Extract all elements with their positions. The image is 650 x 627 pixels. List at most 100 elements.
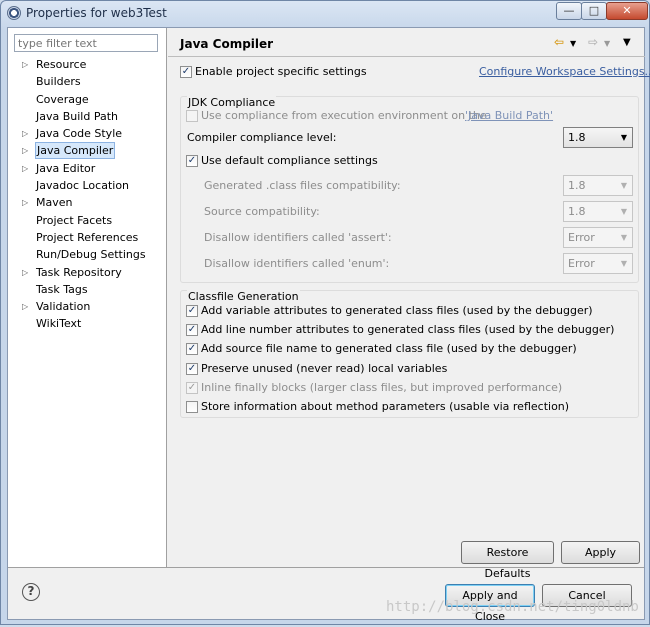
window-title: Properties for web3Test bbox=[26, 6, 167, 20]
classfile-option-label: Add line number attributes to generated … bbox=[201, 323, 615, 337]
use-default-compliance-checkbox[interactable]: ✓ bbox=[186, 155, 198, 167]
apply-button[interactable]: Apply bbox=[561, 541, 640, 564]
chevron-right-icon[interactable]: ▷ bbox=[22, 160, 30, 177]
sidebar-item[interactable]: Coverage bbox=[8, 91, 166, 108]
dialog-client-area: ▷ Resource Builders Coverage Java Build Path… bbox=[7, 27, 650, 623]
classfile-option-checkbox[interactable]: ✓ bbox=[186, 362, 198, 375]
sidebar-item[interactable]: ▷ Java Compiler bbox=[8, 142, 166, 160]
sidebar-item-label: WikiText bbox=[36, 317, 82, 331]
sidebar-item-label: Run/Debug Settings bbox=[36, 248, 146, 262]
compliance-row-value: Error bbox=[568, 257, 595, 270]
chevron-right-icon[interactable]: ▷ bbox=[22, 194, 30, 211]
use-env-compliance-checkbox[interactable] bbox=[186, 110, 198, 122]
sidebar-item-label: Java Compiler bbox=[35, 142, 116, 160]
classfile-option-checkbox[interactable]: ✓ bbox=[186, 343, 198, 356]
sidebar-item[interactable]: ▷ Java Code Style bbox=[8, 125, 166, 142]
page-title: Java Compiler bbox=[180, 37, 274, 51]
sidebar-item[interactable]: ▷ Maven bbox=[8, 194, 166, 211]
sidebar-item[interactable]: Project Facets bbox=[8, 212, 166, 229]
sidebar-item-label: Maven bbox=[36, 196, 73, 210]
chevron-down-icon: ▼ bbox=[620, 133, 627, 142]
compliance-row-select[interactable]: 1.8 ▼ bbox=[563, 201, 633, 222]
compliance-row-value: 1.8 bbox=[568, 179, 586, 192]
chevron-down-icon: ▼ bbox=[620, 233, 627, 242]
compliance-row-label: Disallow identifiers called 'assert': bbox=[204, 231, 392, 244]
chevron-right-icon[interactable]: ▷ bbox=[22, 125, 30, 142]
property-page-tree-pane: ▷ Resource Builders Coverage Java Build Path… bbox=[8, 28, 167, 567]
sidebar-item[interactable]: Project References bbox=[8, 229, 166, 246]
sidebar-item-label: Java Code Style bbox=[36, 127, 123, 141]
compliance-row-label: Source compatibility: bbox=[204, 205, 320, 218]
title-bar[interactable]: Properties for web3Test — □ ✕ bbox=[1, 1, 649, 27]
sidebar-item-label: Task Tags bbox=[36, 282, 88, 296]
sidebar-item[interactable]: WikiText bbox=[8, 315, 166, 332]
compliance-row-label: Disallow identifiers called 'enum': bbox=[204, 257, 390, 270]
sidebar-item-label: Javadoc Location bbox=[36, 179, 130, 193]
forward-arrow-icon[interactable]: ⇨ bbox=[588, 35, 598, 49]
back-arrow-icon[interactable]: ⇦ bbox=[554, 35, 564, 49]
sidebar-item[interactable]: Task Tags bbox=[8, 281, 166, 298]
sidebar-item-label: Java Build Path bbox=[36, 109, 119, 123]
use-default-compliance-label: Use default compliance settings bbox=[201, 154, 378, 167]
sidebar-item[interactable]: Run/Debug Settings bbox=[8, 246, 166, 263]
compliance-level-select[interactable]: 1.8 ▼ bbox=[563, 127, 633, 148]
sidebar-item[interactable]: ▷ Java Editor bbox=[8, 160, 166, 177]
chevron-down-icon: ▼ bbox=[620, 259, 627, 268]
sidebar-item[interactable]: Builders bbox=[8, 73, 166, 90]
compliance-row-label: Generated .class files compatibility: bbox=[204, 179, 401, 192]
help-icon[interactable]: ? bbox=[22, 583, 40, 601]
chevron-right-icon[interactable]: ▷ bbox=[22, 298, 30, 315]
cancel-button[interactable]: Cancel bbox=[542, 584, 632, 607]
forward-history-dropdown[interactable]: ▼ bbox=[604, 37, 610, 51]
enable-project-specific-label: Enable project specific settings bbox=[195, 65, 367, 78]
minimize-button[interactable]: — bbox=[556, 2, 582, 20]
view-menu-icon[interactable]: ▼ bbox=[623, 36, 631, 50]
classfile-option-label: Add source file name to generated class … bbox=[201, 342, 577, 356]
jdk-compliance-title: JDK Compliance bbox=[187, 96, 277, 109]
compliance-row-select[interactable]: Error ▼ bbox=[563, 253, 633, 274]
sidebar-item-label: Project References bbox=[36, 230, 139, 244]
sidebar-item[interactable]: Java Build Path bbox=[8, 108, 166, 125]
back-history-dropdown[interactable]: ▼ bbox=[570, 37, 576, 51]
sidebar-item-label: Coverage bbox=[36, 92, 89, 106]
sidebar-item-label: Resource bbox=[36, 58, 87, 71]
properties-dialog: Properties for web3Test — □ ✕ ▷ Resource B… bbox=[0, 0, 650, 625]
restore-defaults-button[interactable]: Restore Defaults bbox=[461, 541, 554, 580]
classfile-option-checkbox[interactable]: ✓ bbox=[186, 305, 198, 317]
footer-divider bbox=[8, 567, 644, 568]
chevron-right-icon[interactable]: ▷ bbox=[22, 142, 30, 159]
sidebar-item[interactable]: ▷ Task Repository bbox=[8, 264, 166, 281]
classfile-option-checkbox[interactable] bbox=[186, 401, 198, 413]
close-button[interactable]: ✕ bbox=[606, 2, 648, 20]
classfile-option-checkbox[interactable]: ✓ bbox=[186, 381, 198, 394]
maximize-button[interactable]: □ bbox=[581, 2, 607, 20]
classfile-option-label: Store information about method parameter… bbox=[201, 400, 570, 413]
classfile-option-label: Preserve unused (never read) local varia… bbox=[201, 361, 448, 375]
property-page-tree: ▷ Resource Builders Coverage Java Build Path… bbox=[8, 56, 166, 333]
enable-project-specific-checkbox[interactable]: ✓ bbox=[180, 66, 192, 78]
close-icon: ✕ bbox=[622, 4, 632, 17]
chevron-right-icon[interactable]: ▷ bbox=[22, 56, 30, 73]
sidebar-item[interactable]: Javadoc Location bbox=[8, 177, 166, 194]
minimize-icon: — bbox=[563, 4, 575, 17]
compliance-row-select[interactable]: Error ▼ bbox=[563, 227, 633, 248]
classfile-option-checkbox[interactable]: ✓ bbox=[186, 324, 198, 337]
compliance-row-select[interactable]: 1.8 ▼ bbox=[563, 175, 633, 196]
chevron-down-icon: ▼ bbox=[620, 181, 627, 190]
chevron-right-icon[interactable]: ▷ bbox=[22, 264, 30, 281]
java-build-path-link[interactable]: 'Java Build Path' bbox=[465, 109, 553, 122]
sidebar-item[interactable]: ▷ Validation bbox=[8, 298, 166, 315]
chevron-down-icon: ▼ bbox=[620, 207, 627, 216]
classfile-generation-title: Classfile Generation bbox=[187, 290, 300, 303]
filter-input[interactable] bbox=[14, 34, 158, 52]
use-env-compliance-label: Use compliance from execution environmen… bbox=[201, 109, 487, 122]
compliance-level-value: 1.8 bbox=[568, 131, 586, 144]
apply-and-close-button[interactable]: Apply and Close bbox=[445, 584, 535, 623]
sidebar-item[interactable]: ▷ Resource bbox=[8, 56, 166, 73]
java-compiler-page: Java Compiler ⇦ ▼ ⇨ ▼ ▼ ✓ Enable project… bbox=[168, 28, 650, 580]
header-divider bbox=[168, 56, 645, 57]
sidebar-item-label: Builders bbox=[36, 75, 81, 89]
maximize-icon: □ bbox=[588, 4, 600, 17]
configure-workspace-settings-link[interactable]: Configure Workspace Settings... bbox=[479, 65, 650, 78]
classfile-option-label: Inline finally blocks (larger class file… bbox=[201, 380, 563, 394]
